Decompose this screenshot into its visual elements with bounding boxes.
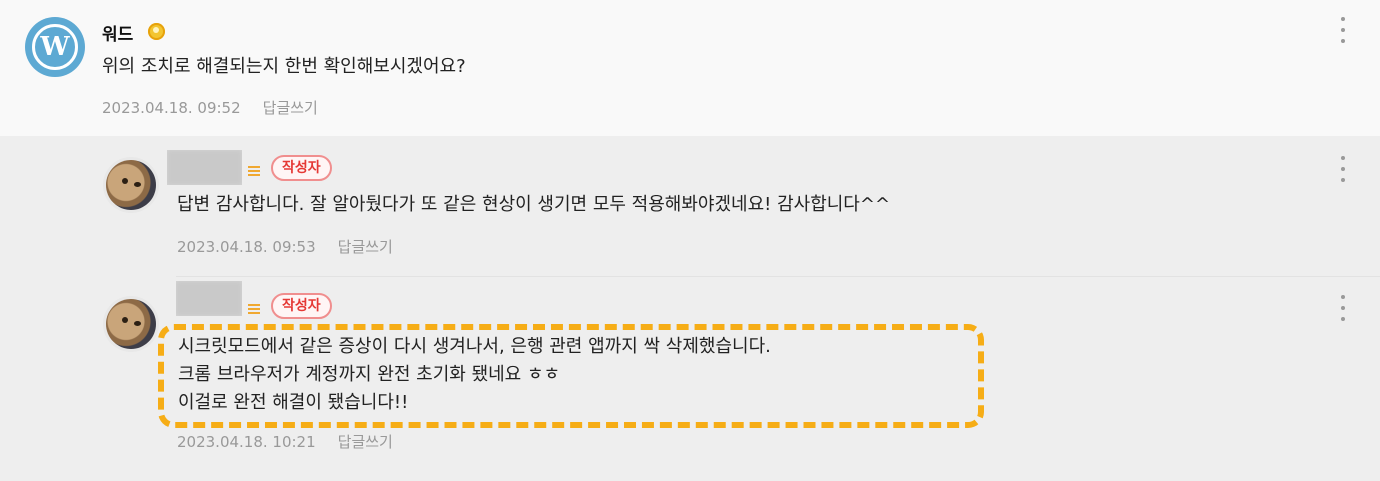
reply-divider	[176, 276, 1380, 277]
wordpress-logo-icon: W	[32, 24, 78, 70]
reply-meta: 2023.04.18. 10:21 답글쓰기	[177, 431, 393, 452]
comment-date: 2023.04.18. 09:52	[102, 99, 241, 117]
blurred-nickname[interactable]	[167, 150, 242, 185]
more-vertical-icon[interactable]	[1340, 156, 1346, 182]
reply-date: 2023.04.18. 10:21	[177, 433, 316, 451]
reply-text: 답변 감사합니다. 잘 알아뒀다가 또 같은 현상이 생기면 모두 적용해봐야겠…	[177, 194, 891, 215]
reply-date: 2023.04.18. 09:53	[177, 238, 316, 256]
comment-text: 위의 조치로 해결되는지 한번 확인해보시겠어요?	[102, 56, 466, 77]
more-vertical-icon[interactable]	[1340, 17, 1346, 43]
wordpress-avatar[interactable]: W	[25, 17, 85, 77]
author-badge: 작성자	[271, 293, 332, 319]
highlight-annotation	[158, 324, 984, 428]
reply-write-link[interactable]: 답글쓰기	[338, 433, 393, 451]
user-avatar[interactable]	[103, 157, 159, 213]
reply-write-link[interactable]: 답글쓰기	[263, 99, 318, 117]
blurred-nickname[interactable]	[176, 281, 242, 316]
grade-coin-icon	[148, 23, 165, 40]
reply-meta: 2023.04.18. 09:53 답글쓰기	[177, 236, 393, 257]
user-avatar[interactable]	[103, 296, 159, 352]
reply-write-link[interactable]: 답글쓰기	[338, 238, 393, 256]
level-icon	[248, 304, 260, 314]
level-icon	[248, 166, 260, 176]
more-vertical-icon[interactable]	[1340, 295, 1346, 321]
comment-meta: 2023.04.18. 09:52 답글쓰기	[102, 97, 318, 118]
comment-nickname[interactable]: 워드	[102, 20, 133, 45]
author-badge: 작성자	[271, 155, 332, 181]
